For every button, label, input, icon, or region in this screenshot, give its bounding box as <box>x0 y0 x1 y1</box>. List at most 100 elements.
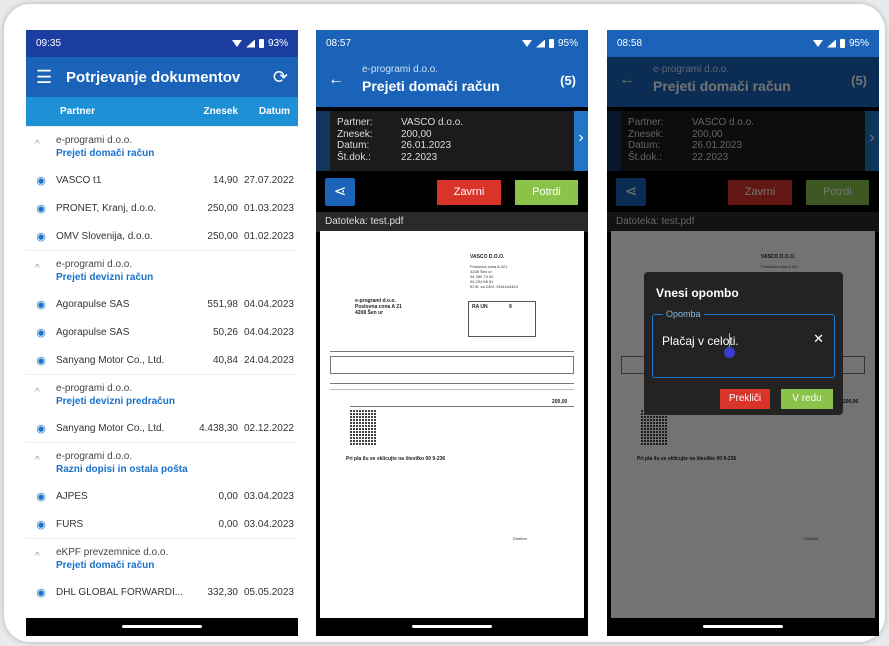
eye-icon[interactable]: ◉ <box>26 518 56 531</box>
list-item[interactable]: ◉ OMV Slovenija, d.o.o. 250,00 01.02.2023 <box>26 222 298 250</box>
eye-icon[interactable]: ◉ <box>26 202 56 215</box>
group-type: Prejeti domači račun <box>56 560 155 571</box>
info-values: VASCO d.o.o. 200,00 26.01.2023 22.2023 <box>401 117 463 163</box>
amount: 250,00 <box>207 202 238 214</box>
previous-document-button[interactable] <box>316 111 330 171</box>
document-list: ^ e-programi d.o.o. Prejeti domači račun ◉ V… <box>26 126 298 631</box>
group-company: e-programi d.o.o. <box>56 451 133 462</box>
status-time: 08:57 <box>326 38 352 49</box>
status-time: 09:35 <box>36 38 62 49</box>
group-company: e-programi d.o.o. <box>56 259 133 270</box>
amount: 40,84 <box>212 354 238 366</box>
pdf-invoice-label: RA UN <box>472 304 488 310</box>
group-header[interactable]: ^ eKPF prevzemnice d.o.o. Prejeti domači r… <box>26 538 298 578</box>
group-header[interactable]: ^ e-programi d.o.o. Razni dopisi in ostala… <box>26 442 298 482</box>
document-count: (5) <box>560 73 576 88</box>
page-title: Potrjevanje dokumentov <box>66 68 241 86</box>
info-labels: Partner: Znesek: Datum: Št.dok.: <box>337 117 373 163</box>
eye-icon[interactable]: ◉ <box>26 422 56 435</box>
eye-icon[interactable]: ◉ <box>26 490 56 503</box>
file-name: Datoteka: test.pdf <box>316 212 588 232</box>
menu-icon[interactable]: ☰ <box>36 67 66 88</box>
cursor-handle[interactable] <box>724 347 735 358</box>
nav-bar <box>26 618 298 636</box>
eye-icon[interactable]: ◉ <box>26 230 56 243</box>
partner-name: DHL GLOBAL FORWARDI... <box>56 586 184 598</box>
refresh-icon[interactable]: ⟳ <box>273 67 288 88</box>
group-type: Razni dopisi in ostala pošta <box>56 464 188 475</box>
column-date[interactable]: Datum <box>238 106 290 117</box>
share-button[interactable]: ⋖ <box>325 178 355 206</box>
back-arrow-icon[interactable]: ← <box>328 71 344 89</box>
next-document-button[interactable]: › <box>574 111 588 171</box>
list-item[interactable]: ◉ VASCO t1 14,90 27.07.2022 <box>26 166 298 194</box>
date: 04.04.2023 <box>243 298 294 310</box>
pdf-rule <box>330 351 574 352</box>
pdf-total: 200,00 <box>552 399 568 405</box>
chevron-up-icon: ^ <box>35 387 40 398</box>
note-field-value[interactable]: Plačaj v celoti. <box>662 334 739 348</box>
eye-icon[interactable]: ◉ <box>26 298 56 311</box>
clear-icon[interactable]: ✕ <box>813 331 824 347</box>
home-indicator[interactable] <box>703 625 783 628</box>
chevron-up-icon: ^ <box>35 263 40 274</box>
ok-button[interactable]: V redu <box>781 389 833 409</box>
amount: 551,98 <box>207 298 238 310</box>
pdf-rule <box>330 389 574 390</box>
note-dialog: Vnesi opombo Opomba Plačaj v celoti. ✕ P… <box>644 272 843 415</box>
list-item[interactable]: ◉ Agorapulse SAS 551,98 04.04.2023 <box>26 290 298 318</box>
group-header[interactable]: ^ e-programi d.o.o. Prejeti domači račun <box>26 126 298 166</box>
date: 27.07.2022 <box>243 174 294 186</box>
eye-icon[interactable]: ◉ <box>26 586 56 599</box>
eye-icon[interactable]: ◉ <box>26 326 56 339</box>
note-field[interactable]: Opomba Plačaj v celoti. ✕ <box>652 309 835 378</box>
partner-name: Agorapulse SAS <box>56 326 130 338</box>
partner-name: Agorapulse SAS <box>56 298 130 310</box>
column-partner[interactable]: Partner <box>26 106 193 117</box>
partner-name: Sanyang Motor Co., Ltd. <box>56 354 165 366</box>
amount: 0,00 <box>218 490 238 502</box>
chevron-up-icon: ^ <box>35 139 40 150</box>
group-company: e-programi d.o.o. <box>56 383 133 394</box>
battery-icon <box>839 39 845 48</box>
chevron-right-icon: › <box>578 129 584 146</box>
pdf-header-table <box>330 356 574 374</box>
pdf-vendor: VASCO D.O.O. <box>470 254 505 260</box>
pdf-payment-note: Pri pla ilu se sklicujte na številko 00 … <box>346 456 446 462</box>
group-header[interactable]: ^ e-programi d.o.o. Prejeti devizni predra… <box>26 374 298 414</box>
eye-icon[interactable]: ◉ <box>26 354 56 367</box>
pdf-signature: Direktor <box>513 536 528 541</box>
list-item[interactable]: ◉ PRONET, Kranj, d.o.o. 250,00 01.03.2023 <box>26 194 298 222</box>
reject-button[interactable]: Zavrni <box>437 180 501 205</box>
partner-name: FURS <box>56 518 84 530</box>
column-amount[interactable]: Znesek <box>193 106 238 117</box>
amount: 14,90 <box>212 174 238 186</box>
home-indicator[interactable] <box>412 625 492 628</box>
list-item[interactable]: ◉ AJPES 0,00 03.04.2023 <box>26 482 298 510</box>
battery-icon <box>548 39 554 48</box>
phone-detail: 08:57 95% ← e-programi d.o.o. Prejeti do… <box>316 30 588 636</box>
partner-label: Partner: <box>337 117 373 128</box>
home-indicator[interactable] <box>122 625 202 628</box>
amount: 50,26 <box>212 326 238 338</box>
text-cursor <box>729 333 730 347</box>
list-item[interactable]: ◉ Sanyang Motor Co., Ltd. 4.438,30 02.12.20… <box>26 414 298 442</box>
phone-dialog: 08:58 95% ← e-programi d.o.o. Prejeti do… <box>607 30 879 636</box>
confirm-button[interactable]: Potrdi <box>515 180 578 205</box>
date: 03.04.2023 <box>243 518 294 530</box>
list-item[interactable]: ◉ Agorapulse SAS 50,26 04.04.2023 <box>26 318 298 346</box>
pdf-preview[interactable]: VASCO D.O.O. Poslovna cona A 021 4208 Še… <box>320 231 584 619</box>
list-item[interactable]: ◉ FURS 0,00 03.04.2023 <box>26 510 298 538</box>
group-header[interactable]: ^ e-programi d.o.o. Prejeti devizni račun <box>26 250 298 290</box>
cancel-button[interactable]: Prekliči <box>720 389 770 409</box>
date: 24.04.2023 <box>243 354 294 366</box>
list-item[interactable]: ◉ Sanyang Motor Co., Ltd. 40,84 24.04.2023 <box>26 346 298 374</box>
nav-bar <box>316 618 588 636</box>
chevron-up-icon: ^ <box>35 551 40 562</box>
eye-icon[interactable]: ◉ <box>26 174 56 187</box>
list-item[interactable]: ◉ DHL GLOBAL FORWARDI... 332,30 05.05.2023 <box>26 578 298 606</box>
chevron-up-icon: ^ <box>35 455 40 466</box>
amount: 0,00 <box>218 518 238 530</box>
docno-value: 22.2023 <box>401 151 438 163</box>
table-header: Partner Znesek Datum <box>26 97 298 126</box>
